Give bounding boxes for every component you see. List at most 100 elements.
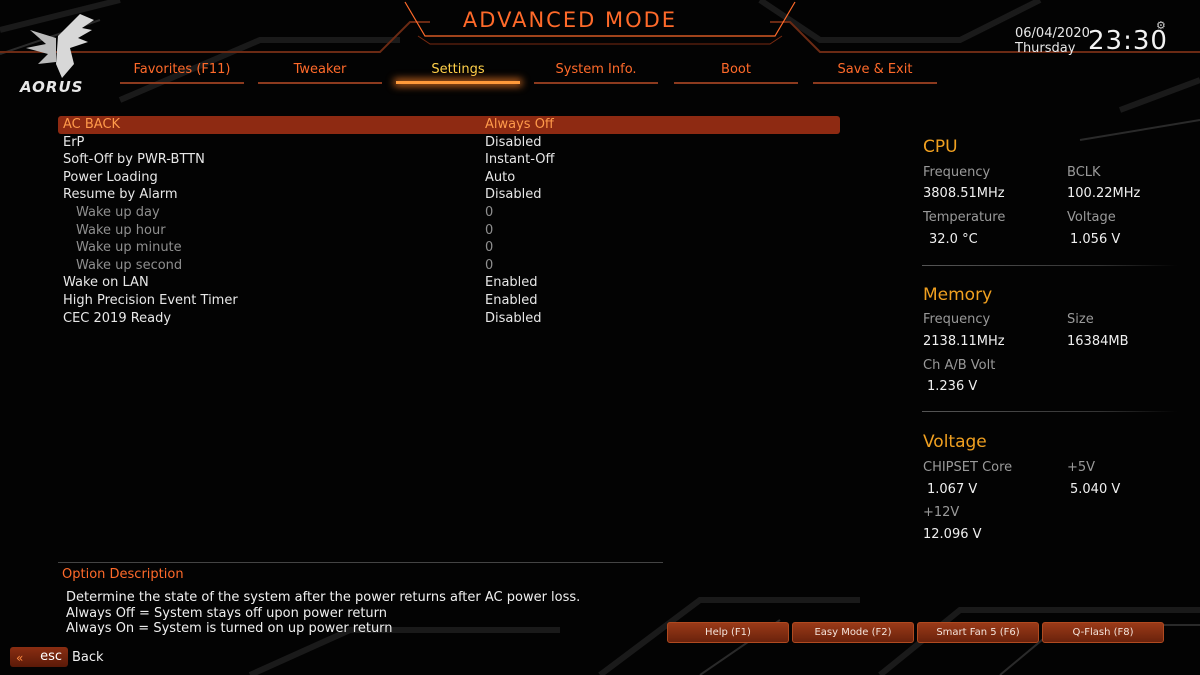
setting-value[interactable]: Instant-Off <box>485 151 555 169</box>
setting-label: Soft-Off by PWR-BTTN <box>63 152 205 168</box>
cpu-bclk-label: BCLK <box>1067 165 1101 180</box>
plus12v-label: +12V <box>923 505 960 520</box>
setting-value[interactable]: Auto <box>485 169 515 187</box>
header: AORUS ADVANCED MODE 06/04/2020 Thursday … <box>0 0 1200 100</box>
cpu-voltage-label: Voltage <box>1067 210 1116 225</box>
setting-value[interactable]: Disabled <box>485 186 541 204</box>
plus5v-label: +5V <box>1067 460 1096 475</box>
tab-underline <box>396 81 520 84</box>
tab-favorites[interactable]: Favorites (F11) <box>120 60 244 86</box>
tab-underline <box>258 82 382 84</box>
cpu-section-title: CPU <box>923 137 958 157</box>
tab-boot[interactable]: Boot <box>674 60 798 86</box>
setting-label: Wake up hour <box>76 222 166 238</box>
setting-row-wake-up-second: Wake up second 0 <box>58 257 840 275</box>
setting-label: Wake on LAN <box>63 275 149 291</box>
settings-list: AC BACK Always Off ErP Disabled Soft-Off… <box>58 116 840 327</box>
setting-label: Power Loading <box>63 169 158 185</box>
setting-row-wake-up-day: Wake up day 0 <box>58 204 840 222</box>
description-line: Always Off = System stays off upon power… <box>66 605 388 621</box>
weekday-text: Thursday <box>1015 41 1076 56</box>
tab-underline <box>534 82 658 84</box>
setting-value[interactable]: Disabled <box>485 310 541 328</box>
plus12v-value: 12.096 V <box>923 527 982 542</box>
setting-label: Wake up day <box>76 204 160 220</box>
easy-mode-button[interactable]: Easy Mode (F2) <box>792 622 914 643</box>
date-block: 06/04/2020 Thursday <box>1015 26 1090 56</box>
setting-label: ErP <box>63 134 85 150</box>
tab-label: Settings <box>431 62 485 77</box>
setting-row-wake-on-lan[interactable]: Wake on LAN Enabled <box>58 274 840 292</box>
setting-row-wake-up-hour: Wake up hour 0 <box>58 222 840 240</box>
back-label: Back <box>72 650 104 665</box>
tab-label: Tweaker <box>293 62 347 77</box>
memory-frequency-value: 2138.11MHz <box>923 334 1005 349</box>
setting-value: 0 <box>485 240 494 256</box>
description-divider <box>58 562 663 563</box>
description-line: Determine the state of the system after … <box>66 590 581 605</box>
tab-label: Favorites (F11) <box>133 62 231 77</box>
tab-system-info[interactable]: System Info. <box>534 60 658 86</box>
option-description-text: Determine the state of the system after … <box>66 590 580 637</box>
chipset-core-value: 1.067 V <box>927 482 978 497</box>
tab-label: Save & Exit <box>837 62 913 77</box>
setting-label: Wake up minute <box>76 240 182 256</box>
section-divider <box>922 411 1177 412</box>
tab-tweaker[interactable]: Tweaker <box>258 60 382 86</box>
section-divider <box>922 265 1177 266</box>
help-button[interactable]: Help (F1) <box>667 622 789 643</box>
setting-label: Resume by Alarm <box>63 187 178 203</box>
option-description-title: Option Description <box>62 567 184 582</box>
cpu-temperature-label: Temperature <box>923 210 1006 225</box>
description-line: Always On = System is turned on up power… <box>66 621 393 636</box>
cpu-voltage-value: 1.056 V <box>1070 232 1121 247</box>
cpu-frequency-label: Frequency <box>923 165 991 180</box>
mode-title: ADVANCED MODE <box>462 8 678 32</box>
memory-section-title: Memory <box>923 285 993 305</box>
tab-underline <box>674 82 798 84</box>
double-chevron-left-icon: « <box>16 651 24 665</box>
setting-row-wake-up-minute: Wake up minute 0 <box>58 239 840 257</box>
setting-value[interactable]: Disabled <box>485 134 541 152</box>
tab-underline <box>813 82 937 84</box>
setting-label: High Precision Event Timer <box>63 292 238 308</box>
setting-row-erp[interactable]: ErP Disabled <box>58 134 840 152</box>
tab-label: Boot <box>721 62 751 77</box>
setting-row-power-loading[interactable]: Power Loading Auto <box>58 169 840 187</box>
esc-key[interactable]: « esc <box>10 647 68 667</box>
setting-row-soft-off[interactable]: Soft-Off by PWR-BTTN Instant-Off <box>58 151 840 169</box>
aorus-logo-text: AORUS <box>20 78 84 96</box>
memory-ch-volt-label: Ch A/B Volt <box>923 358 996 373</box>
setting-row-hpet[interactable]: High Precision Event Timer Enabled <box>58 292 840 310</box>
setting-value[interactable]: Enabled <box>485 292 538 310</box>
setting-value[interactable]: Enabled <box>485 274 538 292</box>
setting-value: 0 <box>485 257 494 273</box>
setting-row-cec-2019[interactable]: CEC 2019 Ready Disabled <box>58 310 840 328</box>
setting-value[interactable]: Always Off <box>485 116 554 134</box>
tab-underline <box>120 82 244 84</box>
memory-size-value: 16384MB <box>1067 334 1129 349</box>
setting-value: 0 <box>485 222 494 238</box>
setting-label: AC BACK <box>63 117 121 132</box>
setting-row-ac-back[interactable]: AC BACK Always Off <box>58 116 840 134</box>
cpu-temperature-value: 32.0 °C <box>929 232 978 247</box>
setting-value: 0 <box>485 204 494 220</box>
tab-save-exit[interactable]: Save & Exit <box>813 60 937 86</box>
memory-frequency-label: Frequency <box>923 312 991 327</box>
date-text: 06/04/2020 <box>1015 26 1090 41</box>
cpu-bclk-value: 100.22MHz <box>1067 186 1141 201</box>
chipset-core-label: CHIPSET Core <box>923 460 1013 475</box>
q-flash-button[interactable]: Q-Flash (F8) <box>1042 622 1164 643</box>
setting-label: CEC 2019 Ready <box>63 310 172 326</box>
cpu-frequency-value: 3808.51MHz <box>923 186 1005 201</box>
setting-row-resume-by-alarm[interactable]: Resume by Alarm Disabled <box>58 186 840 204</box>
tab-label: System Info. <box>555 62 637 77</box>
esc-key-label: esc <box>40 649 62 664</box>
voltage-section-title: Voltage <box>923 432 987 452</box>
settings-gear-icon[interactable]: ⚙ <box>1156 19 1166 32</box>
smart-fan-button[interactable]: Smart Fan 5 (F6) <box>917 622 1039 643</box>
tab-settings[interactable]: Settings <box>396 60 520 86</box>
memory-size-label: Size <box>1067 312 1094 327</box>
memory-ch-volt-value: 1.236 V <box>927 379 978 394</box>
setting-label: Wake up second <box>76 257 183 273</box>
